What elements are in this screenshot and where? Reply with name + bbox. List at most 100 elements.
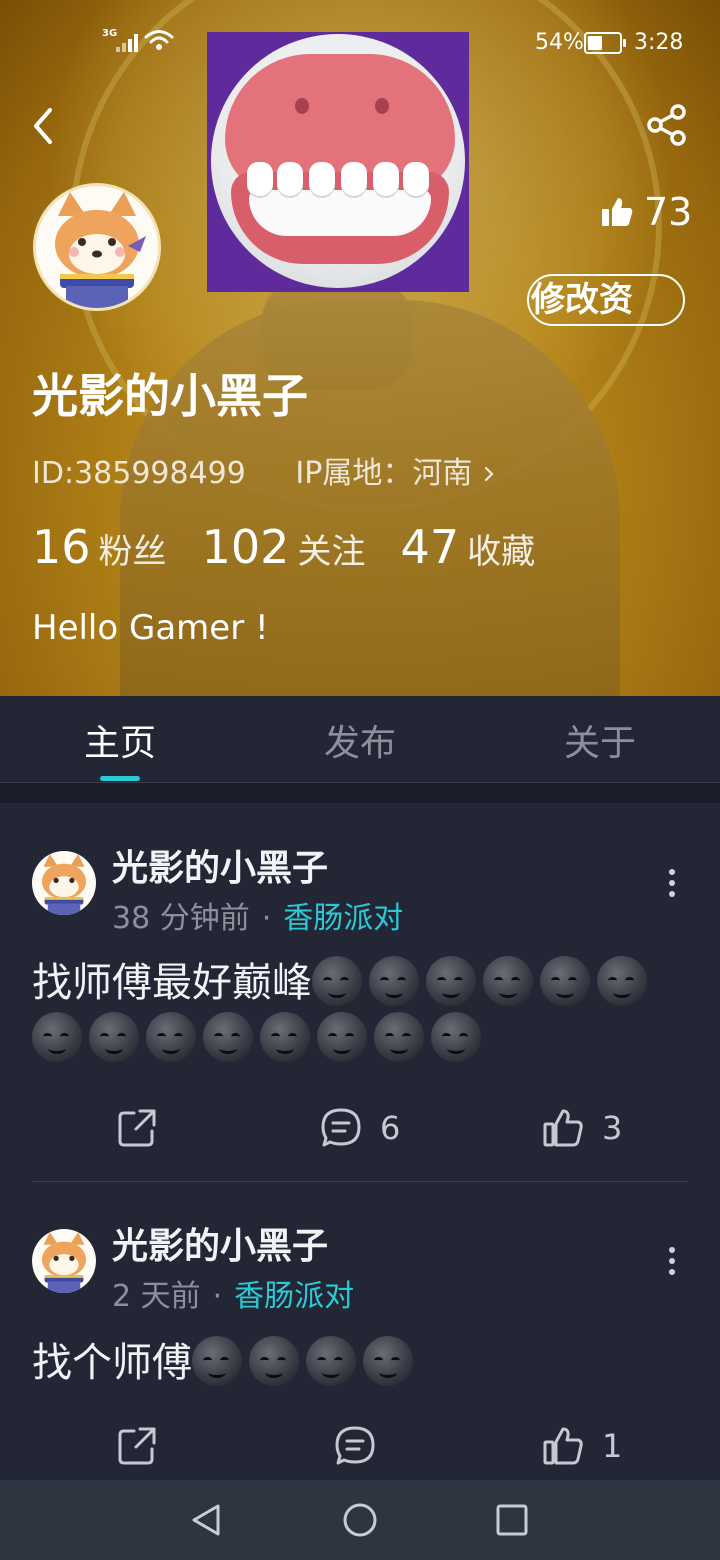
profile-stats: 16 粉丝 102 关注 47 收藏: [32, 520, 565, 574]
post-text-content: 找个师傅: [32, 1340, 192, 1386]
feed-separator: [0, 783, 720, 803]
wifi-icon: [144, 30, 174, 50]
post-divider: [32, 1181, 688, 1182]
like-icon: [543, 1109, 583, 1147]
profile-like-number: 73: [644, 190, 693, 234]
smirk-emoji-icon: [89, 1012, 139, 1062]
thumbs-up-icon: [602, 198, 633, 226]
sticker-eye-left: [295, 98, 309, 114]
more-vertical-icon[interactable]: [664, 1241, 680, 1281]
profile-avatar[interactable]: [33, 183, 161, 311]
post-meta: 38 分钟前 · 香肠派对: [112, 893, 403, 937]
smirk-emoji-icon: [374, 1012, 424, 1062]
profile-bio: Hello Gamer !: [32, 608, 269, 648]
profile-name: 光影的小黑子: [32, 369, 308, 423]
post-topic-link[interactable]: 香肠派对: [234, 1279, 354, 1314]
share-icon[interactable]: [644, 102, 690, 148]
sticker-mouth-inner: [249, 190, 431, 236]
profile-header: 3G 54% 3:28 73 修改资 光影的小黑子 ID:385998499 I…: [0, 0, 720, 696]
sticker-tooth: [403, 162, 429, 196]
post-card[interactable]: 光影的小黑子 38 分钟前 · 香肠派对 找师傅最好巅峰 6 3: [0, 803, 720, 1183]
smirk-emoji-icon: [203, 1012, 253, 1062]
profile-tab-bar: 主页 发布 关于: [0, 696, 720, 783]
like-button[interactable]: 1: [542, 1425, 642, 1469]
post-author-avatar[interactable]: [32, 851, 96, 915]
post-card[interactable]: 光影的小黑子 2 天前 · 香肠派对 找个师傅 1: [0, 1183, 720, 1480]
ip-location-link[interactable]: IP属地：河南: [295, 456, 496, 491]
shiba-avatar-image: [41, 854, 87, 915]
stat-label: 粉丝: [98, 532, 167, 572]
like-icon: [543, 1427, 583, 1465]
smirk-emoji-icon: [146, 1012, 196, 1062]
back-icon[interactable]: [24, 104, 64, 148]
post-meta: 2 天前 · 香肠派对: [112, 1271, 354, 1315]
profile-id: ID:385998499: [32, 456, 246, 491]
triangle-back-icon[interactable]: [188, 1502, 224, 1538]
smirk-emoji-icon: [597, 956, 647, 1006]
sticker-eye-right: [375, 98, 389, 114]
stat-favorites[interactable]: 47 收藏: [401, 520, 536, 574]
smirk-emoji-icon: [369, 956, 419, 1006]
post-text-content: 找师傅最好巅峰: [32, 960, 312, 1006]
smirk-emoji-icon: [249, 1336, 299, 1386]
battery-nub: [623, 39, 626, 47]
smirk-emoji-icon: [260, 1012, 310, 1062]
sticker-tooth: [277, 162, 303, 196]
post-text: 找个师傅: [32, 1335, 672, 1391]
comment-button[interactable]: [334, 1425, 394, 1469]
post-author-avatar[interactable]: [32, 1229, 96, 1293]
square-recent-icon[interactable]: [494, 1502, 530, 1538]
tab-posts[interactable]: 发布: [240, 714, 480, 766]
stat-label: 关注: [297, 532, 366, 572]
signal-bars-icon: [116, 34, 142, 52]
sticker-tooth: [373, 162, 399, 196]
like-button[interactable]: 3: [542, 1107, 642, 1151]
stat-followers[interactable]: 16 粉丝: [32, 520, 167, 574]
meta-separator: ·: [212, 1279, 223, 1314]
tab-home[interactable]: 主页: [0, 714, 240, 766]
smirk-emoji-icon: [363, 1336, 413, 1386]
stat-number: 47: [400, 520, 460, 574]
circle-home-icon[interactable]: [342, 1502, 378, 1538]
smirk-emoji-icon: [426, 956, 476, 1006]
shiba-avatar-image: [41, 1232, 87, 1293]
comment-count: 6: [380, 1109, 401, 1147]
post-author-name[interactable]: 光影的小黑子: [112, 839, 328, 891]
smirk-emoji-icon: [431, 1012, 481, 1062]
smirk-emoji-icon: [312, 956, 362, 1006]
like-count: 1: [602, 1427, 623, 1465]
like-count: 3: [602, 1109, 623, 1147]
ip-location-text: IP属地：河南: [295, 456, 473, 491]
stat-label: 收藏: [467, 532, 536, 572]
comment-icon: [321, 1108, 361, 1147]
battery-fill: [588, 36, 602, 50]
status-bar: 3G 54% 3:28: [0, 0, 720, 84]
share-external-icon: [118, 1109, 156, 1147]
meta-separator: ·: [261, 901, 272, 936]
comment-icon: [335, 1426, 375, 1465]
post-emoji-group: [192, 1336, 420, 1386]
stat-following[interactable]: 102 关注: [202, 520, 366, 574]
smirk-emoji-icon: [540, 956, 590, 1006]
smirk-emoji-icon: [192, 1336, 242, 1386]
stat-number: 102: [201, 520, 290, 574]
active-tab-indicator: [100, 776, 140, 781]
share-external-icon: [118, 1427, 156, 1465]
sticker-tooth: [247, 162, 273, 196]
edit-profile-button[interactable]: 修改资: [527, 274, 685, 326]
smirk-emoji-icon: [32, 1012, 82, 1062]
tab-about[interactable]: 关于: [480, 714, 720, 766]
post-time: 38 分钟前: [112, 901, 250, 936]
more-vertical-icon[interactable]: [664, 863, 680, 903]
smirk-emoji-icon: [483, 956, 533, 1006]
chevron-right-icon: [484, 466, 494, 482]
post-author-name[interactable]: 光影的小黑子: [112, 1217, 328, 1269]
sticker-tooth: [341, 162, 367, 196]
system-nav-bar: [0, 1480, 720, 1560]
sticker-tooth: [309, 162, 335, 196]
battery-percent: 54%: [535, 30, 584, 55]
battery-icon: [584, 32, 626, 54]
stat-number: 16: [32, 520, 91, 574]
comment-button[interactable]: 6: [320, 1107, 420, 1151]
post-topic-link[interactable]: 香肠派对: [283, 901, 403, 936]
